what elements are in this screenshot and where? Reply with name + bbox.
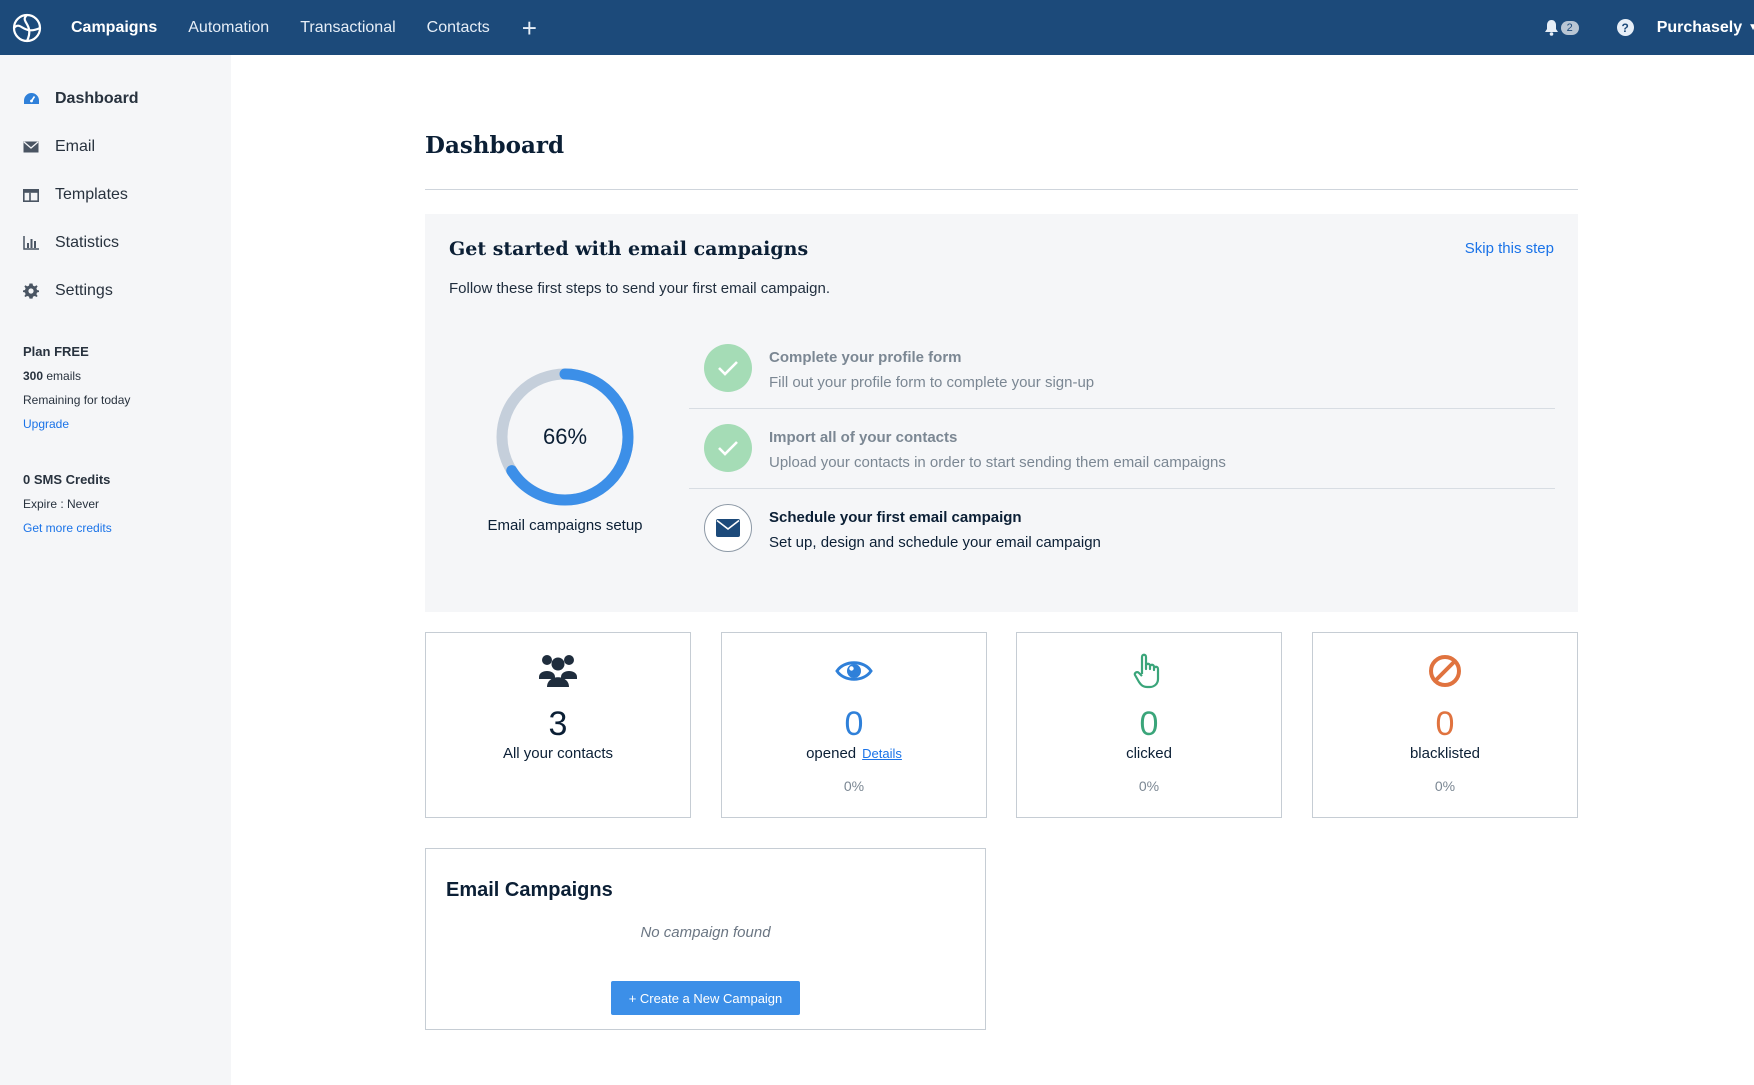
gear-icon [22,282,40,300]
progress-percent: 66% [542,424,588,449]
email-campaigns-panel: Email Campaigns No campaign found + Crea… [425,848,986,1030]
chart-icon [22,234,40,252]
clicked-percent: 0% [1138,778,1160,794]
nav-campaigns[interactable]: Campaigns [71,19,157,37]
step-desc: Upload your contacts in order to start s… [769,454,1226,471]
onboarding-panel: Get started with email campaigns Follow … [425,214,1578,612]
notifications-button[interactable]: 2 [1544,19,1579,36]
opened-label: opened [806,745,857,762]
plan-emails: 300 emails [23,369,130,383]
onboarding-title: Get started with email campaigns [449,238,809,260]
blacklisted-label: blacklisted [1409,745,1481,762]
opened-label-row: opened Details [722,745,986,762]
account-menu[interactable]: Purchasely ▼ [1657,19,1754,37]
plan-info: Plan FREE 300 emails Remaining for today… [23,344,130,431]
add-nav-button[interactable]: + [522,15,537,41]
envelope-icon [22,138,40,156]
sidebar-item-settings[interactable]: Settings [22,282,113,300]
users-icon [426,651,690,691]
eye-icon [722,651,986,691]
clicked-count: 0 [1139,705,1159,743]
sidebar-item-label: Settings [55,282,113,299]
emails-unit: emails [43,369,82,383]
blocked-icon [1313,651,1577,691]
step-desc: Set up, design and schedule your email c… [769,534,1101,551]
opened-percent: 0% [843,778,865,794]
check-icon [704,424,752,472]
step-schedule-campaign[interactable]: Schedule your first email campaign Set u… [689,489,1555,569]
plan-remaining: Remaining for today [23,393,131,407]
sms-expire: Expire : Never [23,497,100,511]
stat-card-contacts[interactable]: 3 All your contacts [425,632,691,818]
bell-icon [1544,19,1558,36]
opened-count: 0 [844,705,864,743]
upgrade-link[interactable]: Upgrade [23,417,130,431]
brand-logo-icon[interactable] [1,0,53,55]
progress-caption: Email campaigns setup [487,517,643,534]
blacklisted-percent: 0% [1434,778,1456,794]
pointer-hand-icon [1017,651,1281,691]
step-title: Complete your profile form [769,349,962,366]
details-link[interactable]: Details [862,746,902,761]
create-campaign-button[interactable]: + Create a New Campaign [611,981,800,1015]
stat-card-blacklisted[interactable]: 0 blacklisted 0% [1312,632,1578,818]
stat-card-clicked[interactable]: 0 clicked 0% [1016,632,1282,818]
step-title: Import all of your contacts [769,429,958,446]
email-campaigns-title: Email Campaigns [446,879,613,901]
top-navbar: Campaigns Automation Transactional Conta… [0,0,1754,55]
onboarding-subtitle: Follow these first steps to send your fi… [449,280,830,297]
dashboard-icon [22,90,40,108]
sidebar-item-label: Templates [55,186,128,203]
step-import-contacts[interactable]: Import all of your contacts Upload your … [689,409,1555,489]
page-title: Dashboard [425,132,565,159]
top-right-controls: 2 ? Purchasely ▼ [1544,0,1754,55]
step-profile-form[interactable]: Complete your profile form Fill out your… [689,329,1555,409]
title-divider [425,189,1578,190]
chevron-down-icon: ▼ [1748,22,1754,33]
templates-icon [22,186,40,204]
sidebar-item-label: Dashboard [55,90,139,107]
check-icon [704,344,752,392]
onboarding-steps: Complete your profile form Fill out your… [689,329,1555,569]
sidebar-item-templates[interactable]: Templates [22,186,128,204]
notification-count-badge: 2 [1560,20,1579,35]
sidebar-item-email[interactable]: Email [22,138,95,156]
no-campaign-message: No campaign found [640,924,771,941]
sidebar: Dashboard Email Templates Statistics Set… [0,55,231,1085]
contacts-count: 3 [548,705,568,743]
clicked-label: clicked [1126,745,1172,762]
step-title: Schedule your first email campaign [769,509,1022,526]
progress-donut: 66% [493,365,637,509]
sidebar-item-dashboard[interactable]: Dashboard [22,90,139,108]
nav-contacts[interactable]: Contacts [427,19,490,37]
contacts-label: All your contacts [502,745,614,762]
sidebar-item-label: Statistics [55,234,120,251]
sms-credits: 0 SMS Credits Expire : Never Get more cr… [23,472,112,535]
nav-automation[interactable]: Automation [188,19,269,37]
plan-title: Plan FREE [23,344,89,359]
nav-transactional[interactable]: Transactional [300,19,395,37]
sidebar-item-statistics[interactable]: Statistics [22,234,119,252]
stat-card-opened[interactable]: 0 opened Details 0% [721,632,987,818]
sidebar-item-label: Email [55,138,96,155]
skip-step-link[interactable]: Skip this step [1465,240,1554,257]
account-name: Purchasely [1656,18,1743,36]
emails-count: 300 [23,369,44,383]
sms-credits-title: 0 SMS Credits [23,472,111,487]
help-icon[interactable]: ? [1616,19,1634,36]
blacklisted-count: 0 [1435,705,1455,743]
get-more-credits-link[interactable]: Get more credits [23,521,112,535]
envelope-icon [704,504,752,552]
step-desc: Fill out your profile form to complete y… [769,374,1095,391]
